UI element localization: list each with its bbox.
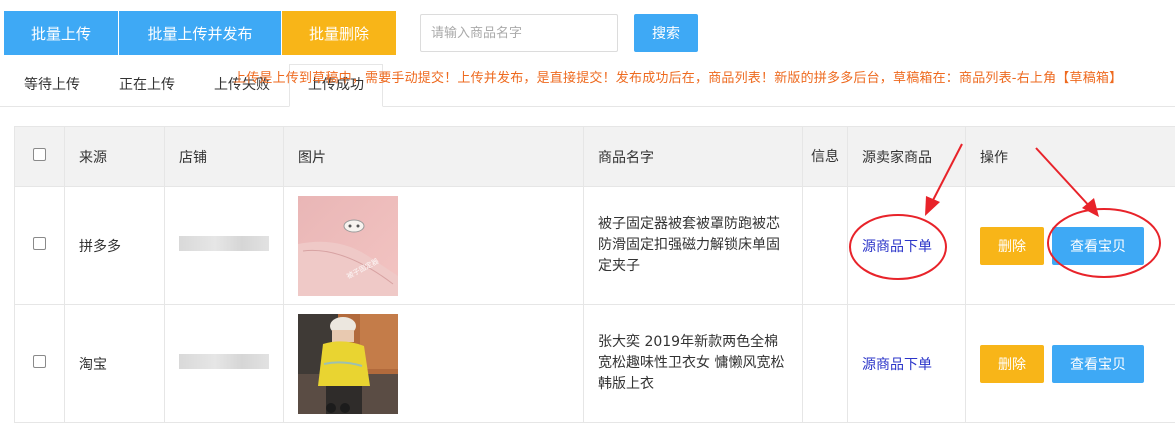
row-shop xyxy=(165,305,284,423)
shop-name-blurred xyxy=(179,354,269,369)
product-name-search-input[interactable] xyxy=(420,14,618,52)
source-order-link[interactable]: 源商品下单 xyxy=(862,357,932,373)
row-source-seller-cell: 源商品下单 xyxy=(848,305,966,423)
row-operations: 删除查看宝贝 xyxy=(966,187,1175,305)
row-select-cell xyxy=(15,187,65,305)
tab-waiting-upload[interactable]: 等待上传 xyxy=(12,64,92,106)
row-product-name: 被子固定器被套被罩防跑被芯防滑固定扣强磁力解锁床单固定夹子 xyxy=(584,187,803,305)
batch-upload-button[interactable]: 批量上传 xyxy=(4,11,118,55)
row-image-cell: 被子固定器 xyxy=(284,187,584,305)
product-thumbnail[interactable]: 被子固定器 xyxy=(298,196,398,296)
row-checkbox[interactable] xyxy=(33,355,46,368)
tab-uploading[interactable]: 正在上传 xyxy=(107,64,187,106)
delete-button[interactable]: 删除 xyxy=(980,227,1044,265)
row-image-cell xyxy=(284,305,584,423)
table-row: 拼多多 被子固定器 被子固定器被套被罩防跑被芯防滑固定 xyxy=(15,187,1175,305)
header-source: 来源 xyxy=(65,127,165,187)
row-shop xyxy=(165,187,284,305)
product-table: 来源 店铺 图片 商品名字 信息 源卖家商品 操作 拼多多 xyxy=(14,126,1175,423)
view-item-button[interactable]: 查看宝贝 xyxy=(1052,227,1144,265)
table-header-row: 来源 店铺 图片 商品名字 信息 源卖家商品 操作 xyxy=(15,127,1175,187)
product-thumbnail[interactable] xyxy=(298,314,398,414)
row-info xyxy=(803,305,848,423)
header-operations: 操作 xyxy=(966,127,1175,187)
row-source: 拼多多 xyxy=(65,187,165,305)
row-info xyxy=(803,187,848,305)
select-all-checkbox[interactable] xyxy=(33,148,46,161)
table-row: 淘宝 张大奕 2019年新款两色全棉宽松趣味性卫衣女 慵懒风宽松韩版上衣 xyxy=(15,305,1175,423)
header-product-name: 商品名字 xyxy=(584,127,803,187)
source-order-link[interactable]: 源商品下单 xyxy=(862,239,932,255)
search-button[interactable]: 搜索 xyxy=(634,14,698,52)
batch-delete-button[interactable]: 批量删除 xyxy=(282,11,396,55)
header-source-seller-item: 源卖家商品 xyxy=(848,127,966,187)
row-checkbox[interactable] xyxy=(33,237,46,250)
upload-notice-text: 上传是上传到草稿中，需要手动提交！上传并发布，是直接提交！发布成功后在，商品列表… xyxy=(233,67,1122,86)
header-image: 图片 xyxy=(284,127,584,187)
delete-button[interactable]: 删除 xyxy=(980,345,1044,383)
row-source-seller-cell: 源商品下单 xyxy=(848,187,966,305)
header-info: 信息 xyxy=(803,127,848,187)
row-source: 淘宝 xyxy=(65,305,165,423)
row-product-name: 张大奕 2019年新款两色全棉宽松趣味性卫衣女 慵懒风宽松韩版上衣 xyxy=(584,305,803,423)
view-item-button[interactable]: 查看宝贝 xyxy=(1052,345,1144,383)
batch-upload-publish-button[interactable]: 批量上传并发布 xyxy=(119,11,281,55)
shop-name-blurred xyxy=(179,236,269,251)
select-all-cell xyxy=(15,127,65,187)
header-shop: 店铺 xyxy=(165,127,284,187)
row-operations: 删除查看宝贝 xyxy=(966,305,1175,423)
row-select-cell xyxy=(15,305,65,423)
product-name-text: 张大奕 2019年新款两色全棉宽松趣味性卫衣女 慵懒风宽松韩版上衣 xyxy=(598,332,788,395)
product-name-text: 被子固定器被套被罩防跑被芯防滑固定扣强磁力解锁床单固定夹子 xyxy=(598,214,788,277)
